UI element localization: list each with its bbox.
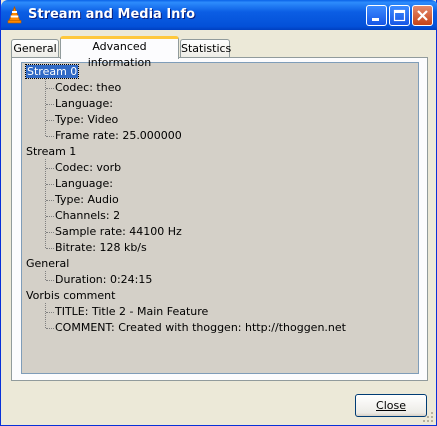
tree-node-general[interactable]: General <box>26 256 69 272</box>
tree-item-duration[interactable]: Duration: 0:24:15 <box>55 272 152 288</box>
tab-panel: Stream 0 Codec: theo Language: Type: Vid… <box>11 57 428 381</box>
title-bar[interactable]: Stream and Media Info <box>1 0 437 30</box>
tree-item-type[interactable]: Type: Video <box>55 112 118 128</box>
minimize-icon <box>372 18 379 21</box>
tree-item-codec[interactable]: Codec: vorb <box>55 160 121 176</box>
tree-node-vorbis-comment[interactable]: Vorbis comment <box>26 288 115 304</box>
tree-node-stream1[interactable]: Stream 1 <box>26 144 76 160</box>
tree-item-title[interactable]: TITLE: Title 2 - Main Feature <box>55 304 208 320</box>
close-icon <box>417 10 428 21</box>
tree-item-sample-rate[interactable]: Sample rate: 44100 Hz <box>55 224 182 240</box>
window-title: Stream and Media Info <box>28 7 196 22</box>
close-button[interactable]: Close <box>355 394 427 417</box>
close-window-button[interactable] <box>412 5 433 26</box>
tree-item-type[interactable]: Type: Audio <box>55 192 119 208</box>
tree-item-comment[interactable]: COMMENT: Created with thoggen: http://th… <box>55 320 346 336</box>
close-button-label: Close <box>376 399 406 412</box>
minimize-button[interactable] <box>366 5 387 26</box>
tree-item-codec[interactable]: Codec: theo <box>55 80 121 96</box>
tree-item-bitrate[interactable]: Bitrate: 128 kb/s <box>55 240 147 256</box>
info-tree[interactable]: Stream 0 Codec: theo Language: Type: Vid… <box>21 62 419 374</box>
tree-item-channels[interactable]: Channels: 2 <box>55 208 120 224</box>
maximize-button[interactable] <box>389 5 410 26</box>
resize-grip-icon[interactable] <box>422 411 434 423</box>
vlc-cone-icon <box>7 6 22 24</box>
media-info-window: Stream and Media Info General Advanced i… <box>0 0 437 426</box>
tab-general[interactable]: General <box>11 39 59 58</box>
tree-item-language[interactable]: Language: <box>55 176 113 192</box>
tree-node-stream0[interactable]: Stream 0 <box>24 64 80 80</box>
tab-advanced-information[interactable]: Advanced information <box>60 36 179 69</box>
maximize-icon <box>393 9 406 22</box>
tree-item-frame-rate[interactable]: Frame rate: 25.000000 <box>55 128 182 144</box>
tree-item-language[interactable]: Language: <box>55 96 113 112</box>
tab-statistics[interactable]: Statistics <box>180 39 231 58</box>
